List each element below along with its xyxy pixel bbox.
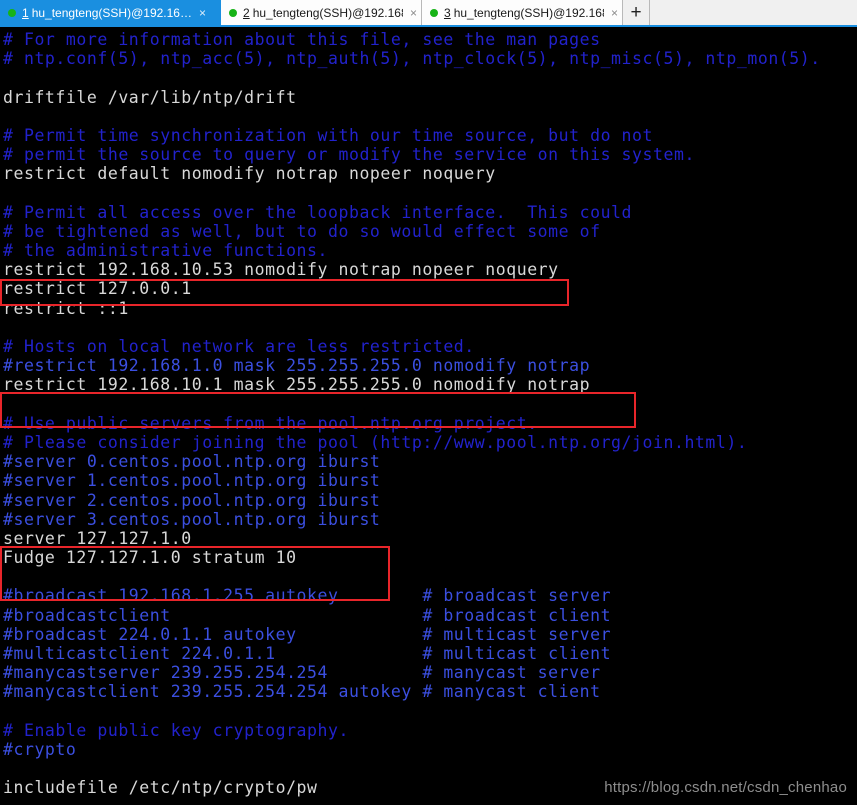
- terminal-line: #crypto: [3, 739, 77, 759]
- terminal-line: # For more information about this file, …: [3, 30, 601, 49]
- terminal-line: # ntp.conf(5), ntp_acc(5), ntp_auth(5), …: [3, 49, 821, 69]
- watermark-text: https://blog.csdn.net/csdn_chenhao: [604, 779, 847, 796]
- terminal-line: #broadcastclient # broadcast client: [3, 605, 612, 625]
- terminal-line: #server 2.centos.pool.ntp.org iburst: [3, 490, 381, 510]
- tab-session-3-number: 3: [444, 5, 451, 20]
- terminal-line: # Hosts on local network are less restri…: [3, 337, 475, 356]
- terminal-line: restrict default nomodify notrap nopeer …: [3, 164, 496, 184]
- terminal-line: # Use public servers from the pool.ntp.o…: [3, 413, 538, 433]
- close-icon[interactable]: ×: [611, 7, 618, 19]
- terminal-line: restrict 192.168.10.1 mask 255.255.255.0…: [3, 375, 591, 395]
- terminal-line: # Enable public key cryptography.: [3, 720, 349, 740]
- terminal-line: #restrict 192.168.1.0 mask 255.255.255.0…: [3, 356, 591, 376]
- tab-session-1[interactable]: 1 hu_tengteng(SSH)@192.16… ×: [0, 0, 221, 25]
- terminal-line: restrict ::1: [3, 298, 129, 318]
- green-dot-icon: [8, 8, 16, 17]
- terminal-line: # Please consider joining the pool (http…: [3, 432, 748, 452]
- terminal-line: # Permit time synchronization with our t…: [3, 125, 653, 145]
- terminal-line: # permit the source to query or modify t…: [3, 145, 695, 165]
- terminal-line: #multicastclient 224.0.1.1 # multicast c…: [3, 644, 612, 663]
- terminal-line: # Permit all access over the loopback in…: [3, 202, 633, 222]
- terminal-line: restrict 192.168.10.53 nomodify notrap n…: [3, 260, 559, 280]
- terminal-line: #broadcast 224.0.1.1 autokey # multicast…: [3, 624, 612, 644]
- terminal-tab-bar[interactable]: 1 hu_tengteng(SSH)@192.16… × 2 hu_tengte…: [0, 0, 857, 27]
- tab-session-3-label: hu_tengteng(SSH)@192.168….: [453, 5, 604, 20]
- tab-session-1-number: 1: [22, 5, 29, 20]
- tab-session-2-number: 2: [243, 5, 250, 20]
- terminal-line: Fudge 127.127.1.0 stratum 10: [3, 548, 297, 568]
- terminal-line: #server 3.centos.pool.ntp.org iburst: [3, 509, 381, 529]
- tab-session-3[interactable]: 3 hu_tengteng(SSH)@192.168…. ×: [422, 0, 623, 25]
- terminal-text-content: # For more information about this file, …: [3, 30, 821, 798]
- terminal-line: # be tightened as well, but to do so wou…: [3, 221, 601, 241]
- terminal-output-pane[interactable]: # For more information about this file, …: [0, 27, 857, 805]
- terminal-line: driftfile /var/lib/ntp/drift: [3, 87, 297, 107]
- tab-session-2[interactable]: 2 hu_tengteng(SSH)@192.168…. ×: [221, 0, 422, 25]
- terminal-line: restrict 127.0.0.1: [3, 279, 192, 299]
- terminal-line: #manycastclient 239.255.254.254 autokey …: [3, 682, 601, 702]
- new-tab-button[interactable]: +: [623, 0, 650, 25]
- tab-bar-empty-area: [650, 0, 857, 25]
- terminal-line: #server 1.centos.pool.ntp.org iburst: [3, 471, 381, 491]
- close-icon[interactable]: ×: [410, 7, 417, 19]
- tab-session-1-label: hu_tengteng(SSH)@192.16…: [31, 5, 192, 20]
- tab-session-2-label: hu_tengteng(SSH)@192.168….: [252, 5, 403, 20]
- close-icon[interactable]: ×: [199, 7, 206, 19]
- green-dot-icon: [430, 8, 438, 17]
- terminal-line: # the administrative functions.: [3, 241, 328, 261]
- green-dot-icon: [229, 8, 237, 17]
- terminal-line: #server 0.centos.pool.ntp.org iburst: [3, 452, 381, 472]
- terminal-line: #manycastserver 239.255.254.254 # manyca…: [3, 663, 601, 683]
- terminal-line: server 127.127.1.0: [3, 528, 192, 548]
- terminal-line: #broadcast 192.168.1.255 autokey # broad…: [3, 586, 612, 606]
